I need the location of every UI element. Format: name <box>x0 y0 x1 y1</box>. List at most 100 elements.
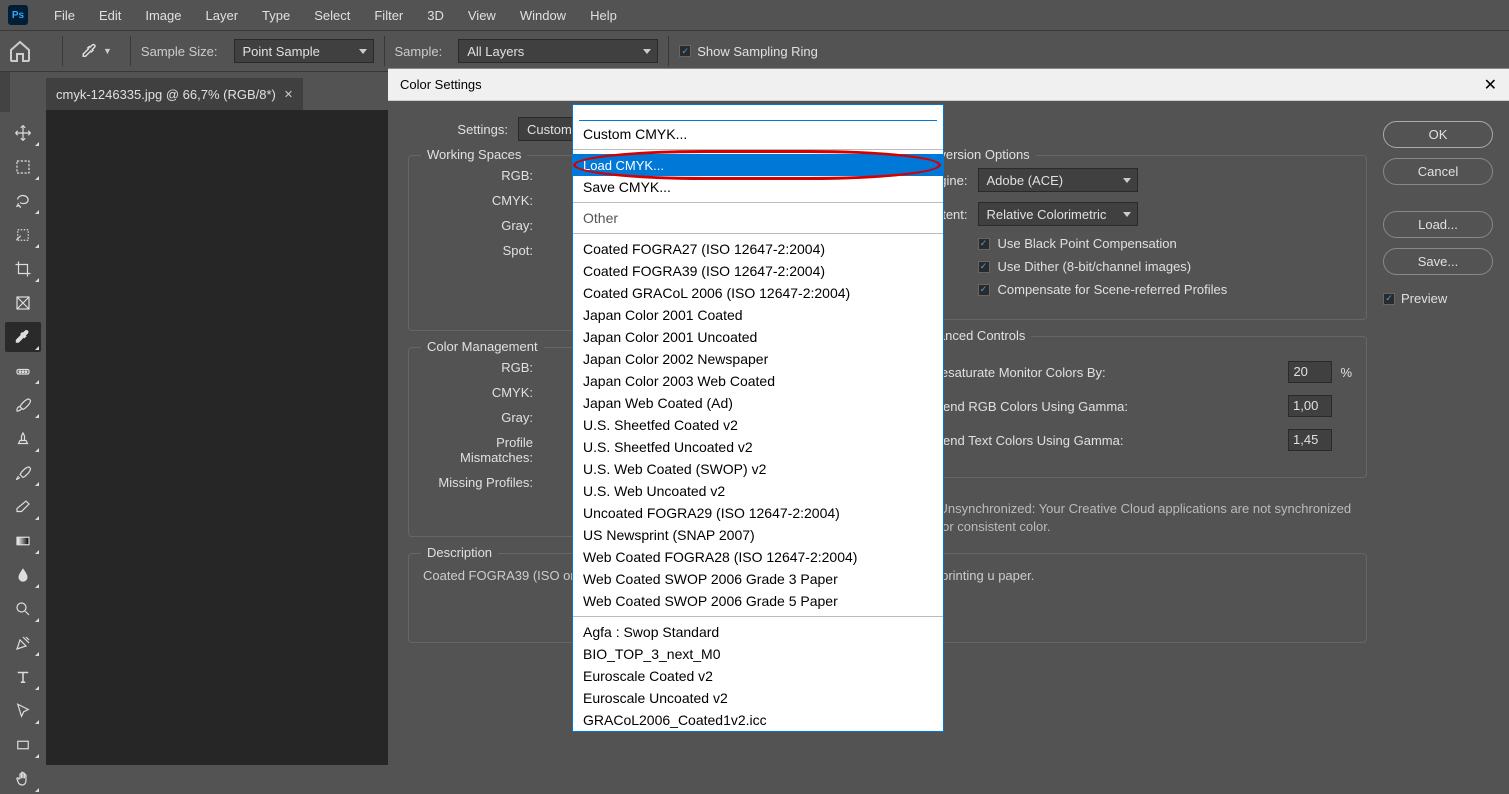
healing-brush-tool-icon[interactable] <box>5 356 41 386</box>
document-tab-bar: cmyk-1246335.jpg @ 66,7% (RGB/8*) ✕ <box>46 78 303 110</box>
intent-dropdown[interactable]: Relative Colorimetric <box>978 202 1138 226</box>
dropdown-item[interactable]: Japan Color 2001 Uncoated <box>573 326 943 348</box>
menu-layer[interactable]: Layer <box>196 4 249 27</box>
type-tool-icon[interactable] <box>5 662 41 692</box>
gray-label: Gray: <box>423 218 533 233</box>
eraser-tool-icon[interactable] <box>5 492 41 522</box>
dropdown-item[interactable]: U.S. Sheetfed Uncoated v2 <box>573 436 943 458</box>
eyedropper-tool-icon[interactable]: ▼ <box>81 42 112 60</box>
desaturate-label: Desaturate Monitor Colors By: <box>932 365 1106 380</box>
dropdown-item[interactable]: Coated FOGRA27 (ISO 12647-2:2004) <box>573 238 943 260</box>
cancel-button[interactable]: Cancel <box>1383 158 1493 185</box>
menu-help[interactable]: Help <box>580 4 627 27</box>
blend-rgb-input[interactable]: 1,00 <box>1288 395 1332 417</box>
cm-rgb-label: RGB: <box>423 360 533 375</box>
dropdown-search-line[interactable] <box>579 105 937 121</box>
preview-checkbox[interactable]: ✓ Preview <box>1383 291 1493 306</box>
sample-dropdown[interactable]: All Layers <box>458 39 658 63</box>
dropdown-item-custom-cmyk[interactable]: Custom CMYK... <box>573 123 943 145</box>
menu-3d[interactable]: 3D <box>417 4 454 27</box>
show-sampling-ring-checkbox[interactable]: ✓ Show Sampling Ring <box>679 44 818 59</box>
document-tab[interactable]: cmyk-1246335.jpg @ 66,7% (RGB/8*) ✕ <box>46 78 303 110</box>
load-button[interactable]: Load... <box>1383 211 1493 238</box>
dropdown-item[interactable]: Web Coated SWOP 2006 Grade 5 Paper <box>573 590 943 612</box>
dropdown-other-header: Other <box>573 207 943 229</box>
cmyk-profile-dropdown-popup: Custom CMYK... Load CMYK... Save CMYK...… <box>572 104 944 732</box>
ps-logo-icon: Ps <box>8 5 28 25</box>
dropdown-item[interactable]: Web Coated SWOP 2006 Grade 3 Paper <box>573 568 943 590</box>
blur-tool-icon[interactable] <box>5 560 41 590</box>
dropdown-item-save-cmyk[interactable]: Save CMYK... <box>573 176 943 198</box>
desaturate-input[interactable]: 20 <box>1288 361 1332 383</box>
dropdown-item[interactable]: Japan Color 2002 Newspaper <box>573 348 943 370</box>
dropdown-item[interactable]: Euroscale Coated v2 <box>573 665 943 687</box>
sample-size-dropdown[interactable]: Point Sample <box>234 39 374 63</box>
home-icon[interactable] <box>8 39 32 63</box>
dither-checkbox[interactable]: ✓Use Dither (8-bit/channel images) <box>978 259 1353 274</box>
ok-button[interactable]: OK <box>1383 121 1493 148</box>
menu-select[interactable]: Select <box>304 4 360 27</box>
dropdown-item[interactable]: Japan Web Coated (Ad) <box>573 392 943 414</box>
settings-label: Settings: <box>448 122 508 137</box>
dropdown-item[interactable]: U.S. Web Uncoated v2 <box>573 480 943 502</box>
scene-checkbox[interactable]: ✓Compensate for Scene-referred Profiles <box>978 282 1353 297</box>
save-button[interactable]: Save... <box>1383 248 1493 275</box>
magic-wand-tool-icon[interactable] <box>5 220 41 250</box>
preview-label: Preview <box>1401 291 1447 306</box>
hand-tool-icon[interactable] <box>5 764 41 794</box>
path-select-tool-icon[interactable] <box>5 696 41 726</box>
close-icon[interactable]: ✕ <box>1484 75 1497 95</box>
dodge-tool-icon[interactable] <box>5 594 41 624</box>
show-sampling-ring-label: Show Sampling Ring <box>697 44 818 59</box>
blend-text-input[interactable]: 1,45 <box>1288 429 1332 451</box>
clone-stamp-tool-icon[interactable] <box>5 424 41 454</box>
dropdown-item[interactable]: U.S. Web Coated (SWOP) v2 <box>573 458 943 480</box>
dropdown-item[interactable]: Euroscale Uncoated v2 <box>573 687 943 709</box>
dropdown-item[interactable]: GRACoL2006_Coated1v2.icc <box>573 709 943 731</box>
cm-cmyk-label: CMYK: <box>423 385 533 400</box>
dropdown-item[interactable]: Japan Color 2001 Coated <box>573 304 943 326</box>
menu-filter[interactable]: Filter <box>364 4 413 27</box>
dropdown-item[interactable]: Uncoated FOGRA29 (ISO 12647-2:2004) <box>573 502 943 524</box>
close-icon[interactable]: ✕ <box>284 88 293 101</box>
menu-window[interactable]: Window <box>510 4 576 27</box>
menu-file[interactable]: File <box>44 4 85 27</box>
dropdown-item[interactable]: BIO_TOP_3_next_M0 <box>573 643 943 665</box>
dropdown-item[interactable]: Coated FOGRA39 (ISO 12647-2:2004) <box>573 260 943 282</box>
dropdown-item-load-cmyk[interactable]: Load CMYK... <box>573 154 943 176</box>
divider <box>668 36 669 66</box>
dropdown-item[interactable]: Web Coated FOGRA28 (ISO 12647-2:2004) <box>573 546 943 568</box>
eyedropper-tool-icon[interactable] <box>5 322 41 352</box>
move-tool-icon[interactable] <box>5 118 41 148</box>
bpc-label: Use Black Point Compensation <box>998 236 1177 251</box>
spot-label: Spot: <box>423 243 533 258</box>
menu-edit[interactable]: Edit <box>89 4 131 27</box>
engine-dropdown[interactable]: Adobe (ACE) <box>978 168 1138 192</box>
crop-tool-icon[interactable] <box>5 254 41 284</box>
pen-tool-icon[interactable] <box>5 628 41 658</box>
menu-type[interactable]: Type <box>252 4 300 27</box>
bpc-checkbox[interactable]: ✓Use Black Point Compensation <box>978 236 1353 251</box>
profile-mismatches-label: Profile Mismatches: <box>423 435 533 465</box>
dither-label: Use Dither (8-bit/channel images) <box>998 259 1192 274</box>
gradient-tool-icon[interactable] <box>5 526 41 556</box>
divider <box>384 36 385 66</box>
history-brush-tool-icon[interactable] <box>5 458 41 488</box>
dropdown-item[interactable]: US Newsprint (SNAP 2007) <box>573 524 943 546</box>
menu-view[interactable]: View <box>458 4 506 27</box>
dropdown-item[interactable]: Coated GRACoL 2006 (ISO 12647-2:2004) <box>573 282 943 304</box>
divider <box>130 36 131 66</box>
working-spaces-legend: Working Spaces <box>421 147 527 162</box>
menu-image[interactable]: Image <box>135 4 191 27</box>
dropdown-item[interactable]: Japan Color 2003 Web Coated <box>573 370 943 392</box>
dropdown-item[interactable]: Agfa : Swop Standard <box>573 621 943 643</box>
brush-tool-icon[interactable] <box>5 390 41 420</box>
lasso-tool-icon[interactable] <box>5 186 41 216</box>
sample-label: Sample: <box>395 44 443 59</box>
dropdown-item[interactable]: U.S. Sheetfed Coated v2 <box>573 414 943 436</box>
frame-tool-icon[interactable] <box>5 288 41 318</box>
rectangle-tool-icon[interactable] <box>5 730 41 760</box>
divider <box>62 36 63 66</box>
marquee-tool-icon[interactable] <box>5 152 41 182</box>
dropdown-separator <box>573 233 943 234</box>
